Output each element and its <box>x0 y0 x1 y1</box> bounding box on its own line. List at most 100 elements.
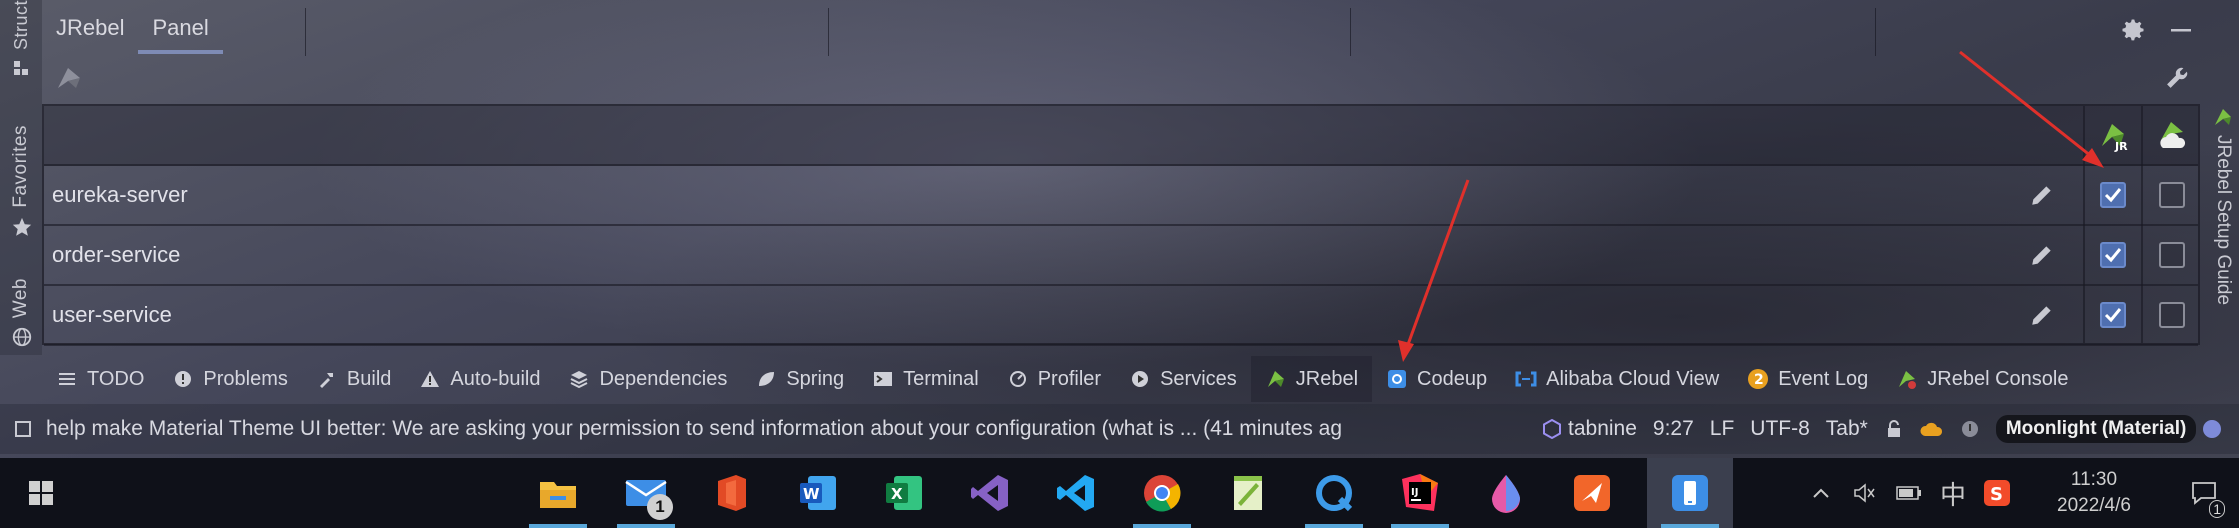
problems-icon <box>172 368 194 390</box>
remote-enable-checkbox[interactable] <box>2155 298 2189 332</box>
cloud-warning-icon[interactable] <box>1920 419 1944 439</box>
toolwindow-profiler[interactable]: Profiler <box>993 356 1115 402</box>
tabnine-widget[interactable]: tabnine <box>1542 417 1637 441</box>
toolwindow-label: Terminal <box>903 367 979 390</box>
toolwindow-dependencies[interactable]: Dependencies <box>554 356 741 402</box>
structure-icon <box>11 58 31 78</box>
globe-icon <box>11 326 32 347</box>
lock-icon[interactable] <box>1884 419 1904 439</box>
system-clock[interactable]: 11:30 2022/4/6 <box>2019 467 2169 519</box>
tab-structure[interactable]: Struct <box>0 0 42 78</box>
services-icon <box>1129 368 1151 390</box>
chrome-icon[interactable] <box>1119 458 1205 528</box>
mail-icon[interactable]: 1 <box>603 458 689 528</box>
status-message[interactable]: help make Material Theme UI better: We a… <box>46 417 1526 441</box>
table-row[interactable]: user-service <box>44 286 2198 346</box>
visual-studio-icon[interactable] <box>947 458 1033 528</box>
edit-button[interactable] <box>2025 298 2059 332</box>
notification-count: 1 <box>2209 500 2225 518</box>
jrebel-enable-checkbox[interactable] <box>2096 238 2130 272</box>
toolwindow-terminal[interactable]: Terminal <box>858 356 993 402</box>
chevron-up-icon[interactable] <box>1799 458 1843 528</box>
word-icon[interactable]: W <box>775 458 861 528</box>
configure-button[interactable] <box>2163 64 2191 92</box>
start-button[interactable] <box>0 458 82 528</box>
toolwindow-jrebel[interactable]: JRebel <box>1250 356 1373 402</box>
theme-widget[interactable]: Moonlight (Material) <box>1995 415 2222 443</box>
checkbox-checked[interactable] <box>2100 242 2126 268</box>
settings-button[interactable] <box>2119 16 2147 44</box>
table-row[interactable]: order-service <box>44 226 2198 286</box>
minimize-button[interactable] <box>2167 16 2195 44</box>
toolwindow-spring[interactable]: Spring <box>741 356 858 402</box>
toolwindow-codeup[interactable]: Codeup <box>1372 356 1501 402</box>
layers-icon <box>568 368 590 390</box>
wrench-icon <box>2163 64 2191 92</box>
toolwindow-label: Alibaba Cloud View <box>1546 367 1720 390</box>
battery-icon[interactable] <box>1887 458 1931 528</box>
toolwindow-jrebel-console[interactable]: JRebel Console <box>1882 356 2082 402</box>
jrebel-setup-guide-tab[interactable]: JRebel Setup Guide <box>2207 105 2239 345</box>
svg-text:IJ: IJ <box>1411 487 1418 498</box>
toolwindow-label: JRebel <box>1295 367 1359 390</box>
intellij-icon[interactable]: IJ <box>1377 458 1463 528</box>
notepad-icon[interactable] <box>1205 458 1291 528</box>
toolwindow-alibaba-cloud-view[interactable]: Alibaba Cloud View <box>1501 356 1733 402</box>
toolwindow-problems[interactable]: Problems <box>158 356 301 402</box>
jrebel-enable-checkbox[interactable] <box>2096 298 2130 332</box>
ime-indicator[interactable]: 中 <box>1931 458 1975 528</box>
file-encoding[interactable]: UTF-8 <box>1750 417 1810 441</box>
toolwindow-auto-build[interactable]: Auto-build <box>405 356 554 402</box>
toolwindow-services[interactable]: Services <box>1115 356 1251 402</box>
toolwindow-label: Auto-build <box>450 367 541 390</box>
theme-color-icon <box>2202 419 2222 439</box>
send-icon[interactable] <box>1549 458 1635 528</box>
tab-jrebel[interactable]: JRebel <box>42 0 138 56</box>
line-separator[interactable]: LF <box>1710 417 1735 441</box>
toolwindow-event-log[interactable]: 2 Event Log <box>1733 356 1882 402</box>
tab-favorites[interactable]: Favorites <box>0 125 42 236</box>
divider <box>305 8 306 56</box>
square-icon[interactable] <box>14 420 32 438</box>
toolwindow-todo[interactable]: TODO <box>42 356 158 402</box>
drop-icon[interactable] <box>1463 458 1549 528</box>
office-icon[interactable] <box>689 458 775 528</box>
jrebel-setup-guide-label: JRebel Setup Guide <box>2213 135 2234 306</box>
volume-muted-icon[interactable] <box>1843 458 1887 528</box>
edit-button[interactable] <box>2025 178 2059 212</box>
checkbox-unchecked[interactable] <box>2159 242 2185 268</box>
tab-jrebel-label: JRebel <box>56 15 125 40</box>
svg-text:JR: JR <box>2114 140 2128 152</box>
checkbox-checked[interactable] <box>2100 302 2126 328</box>
pencil-icon <box>2032 186 2051 205</box>
remote-enable-checkbox[interactable] <box>2155 238 2189 272</box>
tab-panel-label: Panel <box>152 15 209 40</box>
codeup-icon <box>1386 368 1408 390</box>
edit-button[interactable] <box>2025 238 2059 272</box>
checkbox-checked[interactable] <box>2100 182 2126 208</box>
jrebel-enable-checkbox[interactable] <box>2096 178 2130 212</box>
notification-center-button[interactable]: 1 <box>2169 458 2239 528</box>
indent-setting[interactable]: Tab* <box>1826 417 1868 441</box>
tab-web[interactable]: Web <box>0 278 42 347</box>
qq-icon[interactable] <box>1291 458 1377 528</box>
tab-panel[interactable]: Panel <box>138 0 224 56</box>
tabnine-icon <box>1542 419 1562 439</box>
phone-link-icon[interactable] <box>1647 458 1733 528</box>
checkbox-unchecked[interactable] <box>2159 182 2185 208</box>
tab-structure-label: Struct <box>10 0 31 51</box>
file-explorer-icon[interactable] <box>515 458 601 528</box>
vscode-icon[interactable] <box>1033 458 1119 528</box>
jrebel-cloud-icon <box>2155 118 2189 152</box>
checkbox-unchecked[interactable] <box>2159 302 2185 328</box>
table-row[interactable]: eureka-server <box>44 166 2198 226</box>
excel-icon[interactable]: X <box>861 458 947 528</box>
sogou-input-icon[interactable]: S <box>1975 458 2019 528</box>
jrebel-action-button[interactable] <box>54 64 84 92</box>
toolwindow-build[interactable]: Build <box>302 356 405 402</box>
mail-badge: 1 <box>647 494 673 520</box>
inspection-icon[interactable] <box>1960 419 1980 439</box>
caret-position[interactable]: 9:27 <box>1653 417 1694 441</box>
jrebel-console-icon <box>1896 368 1918 390</box>
remote-enable-checkbox[interactable] <box>2155 178 2189 212</box>
